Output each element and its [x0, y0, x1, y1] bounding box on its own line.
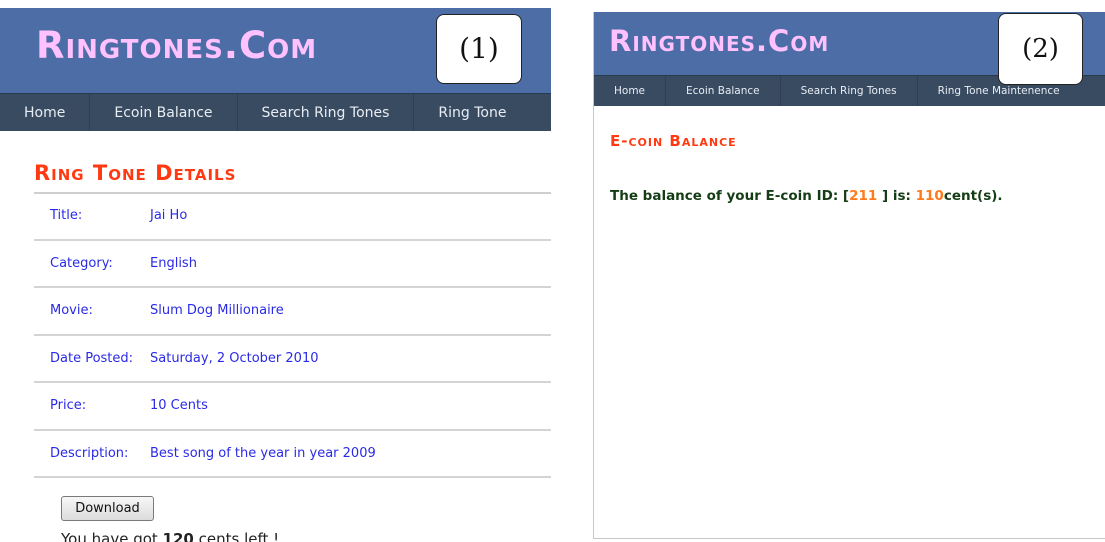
cents-left-message: You have got 120 cents left ! — [61, 530, 279, 542]
balance-value: 110 — [915, 188, 944, 204]
detail-value: 10 Cents — [150, 398, 208, 414]
figure-label: (2) — [998, 13, 1083, 85]
site-header: Ringtones.Com (1) — [0, 8, 551, 93]
ringtone-details-screenshot: Ringtones.Com (1) Home Ecoin Balance Sea… — [0, 8, 551, 542]
detail-value: Saturday, 2 October 2010 — [150, 350, 319, 366]
balance-middle: ] is: — [877, 188, 916, 204]
figure-label: (1) — [436, 14, 522, 84]
ringtone-details-table: Title: Jai Ho Category: English Movie: S… — [34, 193, 551, 478]
cents-left-suffix: cents left ! — [193, 530, 280, 542]
page-title: Ring Tone Details — [34, 161, 237, 185]
main-nav: Home Ecoin Balance Search Ring Tones Rin… — [0, 93, 551, 131]
detail-value: Slum Dog Millionaire — [150, 303, 284, 319]
detail-row-title: Title: Jai Ho — [34, 193, 551, 241]
detail-label: Description: — [50, 445, 129, 461]
cents-left-prefix: You have got — [61, 530, 163, 542]
detail-label: Date Posted: — [50, 350, 134, 366]
detail-row-price: Price: 10 Cents — [34, 383, 551, 431]
detail-value: English — [150, 255, 197, 271]
nav-ecoin-balance[interactable]: Ecoin Balance — [666, 76, 781, 106]
detail-label: Category: — [50, 255, 113, 271]
nav-home[interactable]: Home — [594, 76, 667, 106]
detail-row-date-posted: Date Posted: Saturday, 2 October 2010 — [34, 336, 551, 383]
site-header: Ringtones.Com (2) — [594, 12, 1105, 85]
detail-row-movie: Movie: Slum Dog Millionaire — [34, 288, 551, 336]
balance-prefix: The balance of your E-coin ID: [ — [610, 188, 850, 204]
detail-label: Title: — [50, 208, 83, 224]
page-title: E-coin Balance — [610, 132, 737, 150]
detail-row-category: Category: English — [34, 241, 551, 288]
download-button[interactable]: Download — [61, 496, 154, 521]
detail-value: Jai Ho — [150, 208, 188, 224]
nav-search-ring-tones[interactable]: Search Ring Tones — [781, 76, 918, 106]
nav-search-ring-tones[interactable]: Search Ring Tones — [238, 94, 415, 131]
detail-label: Price: — [50, 398, 87, 414]
balance-message: The balance of your E-coin ID: [211 ] is… — [610, 188, 1003, 204]
site-logo[interactable]: Ringtones.Com — [36, 24, 317, 67]
ecoin-balance-screenshot: Ringtones.Com (2) Home Ecoin Balance Sea… — [593, 12, 1105, 539]
balance-unit: cent(s). — [943, 188, 1003, 204]
detail-label: Movie: — [50, 303, 93, 319]
nav-ring-tone-maintenance[interactable]: Ring Tone — [414, 94, 530, 131]
ecoin-id-value: 211 — [849, 188, 878, 204]
site-logo[interactable]: Ringtones.Com — [609, 24, 829, 58]
detail-row-description: Description: Best song of the year in ye… — [34, 431, 551, 478]
nav-home[interactable]: Home — [0, 94, 91, 131]
nav-ecoin-balance[interactable]: Ecoin Balance — [90, 94, 238, 131]
cents-left-value: 120 — [162, 530, 194, 542]
detail-value: Best song of the year in year 2009 — [150, 445, 376, 461]
